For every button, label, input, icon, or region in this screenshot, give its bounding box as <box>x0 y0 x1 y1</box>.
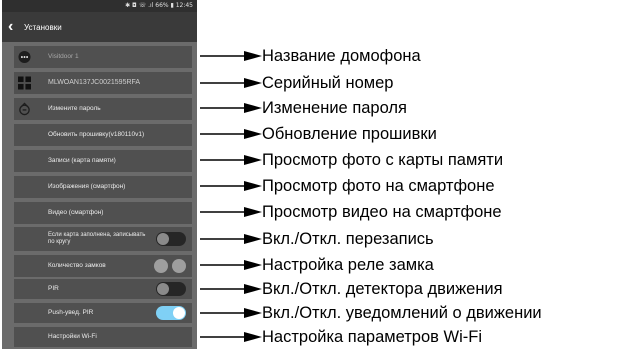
images-phone-row[interactable]: Изображения (смартфон) <box>14 176 192 198</box>
callout-label: Просмотр фото на смартфоне <box>262 177 495 195</box>
serial-number-value: MLWOAN137JC0021595RFA <box>48 79 141 86</box>
arrow-icon <box>200 129 262 139</box>
annotated-screenshot: { "status_bar": {"text": "✱ ◘ ☏ .ıl 66% … <box>0 0 624 349</box>
push-pir-toggle[interactable] <box>156 306 186 320</box>
callout-label: Вкл./Откл. уведомлений о движении <box>262 304 542 322</box>
overwrite-toggle[interactable] <box>156 232 186 246</box>
update-firmware-label: Обновить прошивку(v180110v1) <box>48 131 145 138</box>
callout-label: Просмотр видео на смартфоне <box>262 203 502 221</box>
push-pir-row: Push-увед. PIR <box>14 303 192 323</box>
change-password-label: Измените пароль <box>48 105 101 112</box>
intercom-name-value: Visitdoor 1 <box>48 53 79 60</box>
one-lock-button[interactable] <box>154 259 168 273</box>
lock-count-label: Количество замков <box>48 262 106 269</box>
toggle-knob <box>157 233 169 245</box>
video-phone-row[interactable]: Видео (смартфон) <box>14 202 192 224</box>
arrow-icon <box>200 51 262 61</box>
app-bar: ‹ Установки <box>2 12 197 42</box>
callout-label: Название домофона <box>262 47 421 65</box>
toggle-knob <box>157 283 169 295</box>
phone-screen: ✱ ◘ ☏ .ıl 66% ▮ 12:45 ‹ Установки Visitd… <box>2 0 197 349</box>
overwrite-label: Если карта заполнена, записывать по круг… <box>48 231 146 246</box>
intercom-name-row[interactable]: Visitdoor 1 <box>14 46 192 68</box>
callout-label: Изменение пароля <box>262 99 407 117</box>
wifi-settings-label: Настройки Wi-Fi <box>48 333 97 340</box>
records-card-label: Записи (карта памяти) <box>48 157 116 164</box>
pir-label: PIR <box>48 285 59 292</box>
callout-label: Настройка параметров Wi-Fi <box>262 328 482 346</box>
arrow-icon <box>200 308 262 318</box>
overwrite-row: Если карта заполнена, записывать по круг… <box>14 227 192 251</box>
callout-label: Вкл./Откл. детектора движения <box>262 280 503 298</box>
arrow-icon <box>200 181 262 191</box>
callout-label: Настройка реле замка <box>262 256 434 274</box>
page-title: Установки <box>24 22 62 32</box>
push-pir-label: Push-увед. PIR <box>48 309 94 316</box>
wifi-settings-row[interactable]: Настройки Wi-Fi <box>14 327 192 347</box>
two-locks-button[interactable] <box>172 259 186 273</box>
images-phone-label: Изображения (смартфон) <box>48 183 126 190</box>
intercom-icon <box>18 50 31 64</box>
back-arrow-icon[interactable]: ‹ <box>8 19 20 35</box>
qr-code-icon <box>18 76 31 90</box>
video-phone-label: Видео (смартфон) <box>48 209 104 216</box>
callout-label: Просмотр фото с карты памяти <box>262 151 504 169</box>
arrow-icon <box>200 234 262 244</box>
toggle-knob <box>173 307 185 319</box>
update-firmware-row[interactable]: Обновить прошивку(v180110v1) <box>14 124 192 146</box>
arrow-icon <box>200 260 262 270</box>
arrow-icon <box>200 155 262 165</box>
records-card-row[interactable]: Записи (карта памяти) <box>14 150 192 172</box>
status-bar: ✱ ◘ ☏ .ıl 66% ▮ 12:45 <box>2 0 197 12</box>
pir-row: PIR <box>14 279 192 299</box>
callout-label: Серийный номер <box>262 74 394 92</box>
arrow-icon <box>200 207 262 217</box>
change-password-row[interactable]: Измените пароль <box>14 98 192 120</box>
arrow-icon <box>200 332 262 342</box>
arrow-icon <box>200 78 262 88</box>
password-lock-icon <box>19 102 30 116</box>
arrow-icon <box>200 103 262 113</box>
callout-label: Вкл./Откл. перезапись <box>262 230 434 248</box>
callout-label: Обновление прошивки <box>262 125 437 143</box>
arrow-icon <box>200 284 262 294</box>
serial-number-row: MLWOAN137JC0021595RFA <box>14 72 192 94</box>
lock-count-row: Количество замков <box>14 255 192 277</box>
pir-toggle[interactable] <box>156 282 186 296</box>
